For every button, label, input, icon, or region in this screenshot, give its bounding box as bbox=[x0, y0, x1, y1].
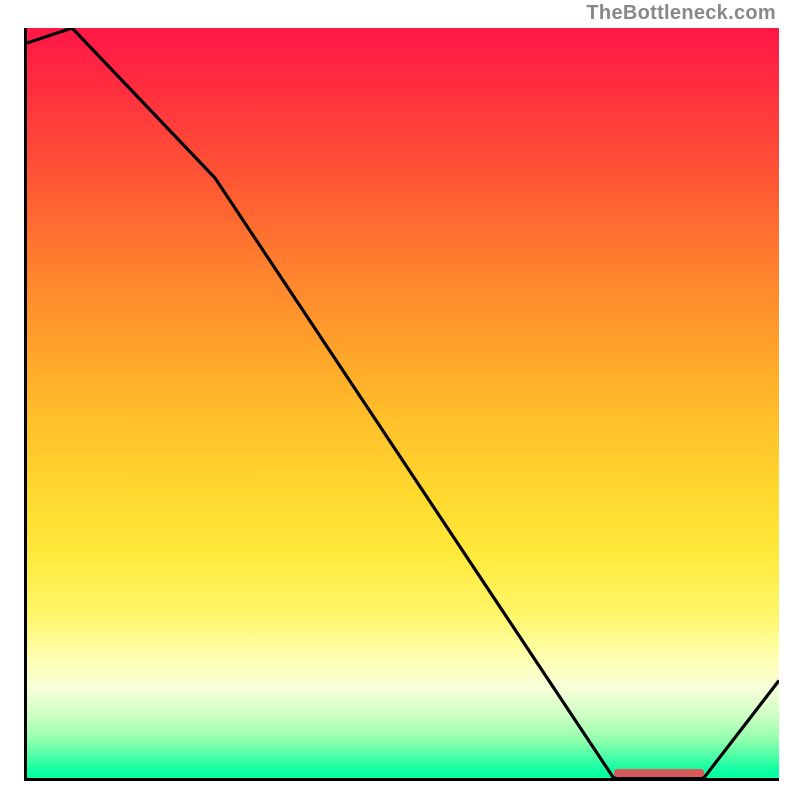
attribution-text: TheBottleneck.com bbox=[586, 2, 776, 25]
optimal-range-marker bbox=[614, 769, 704, 777]
bottleneck-curve bbox=[27, 28, 779, 778]
plot-area bbox=[24, 28, 779, 781]
